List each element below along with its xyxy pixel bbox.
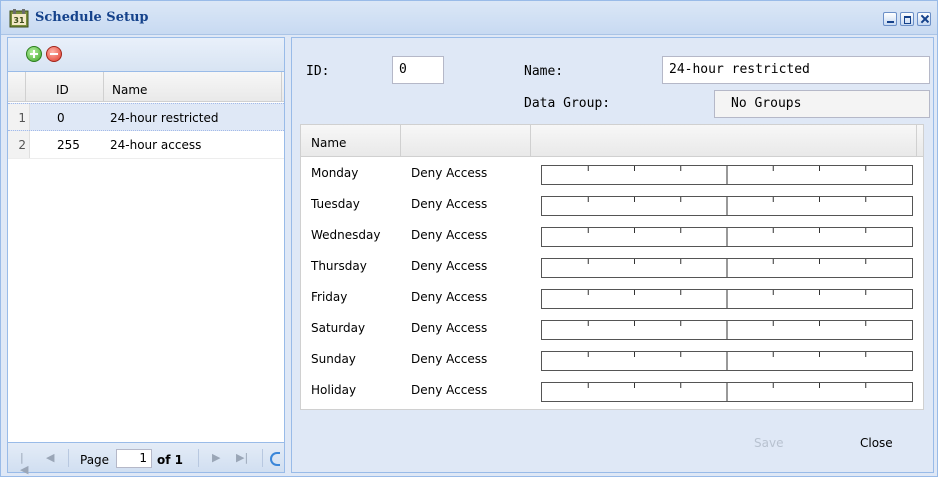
timeline-bar[interactable] (541, 382, 913, 402)
timeline-bar[interactable] (541, 289, 913, 309)
day-name: Monday (311, 166, 359, 180)
minimize-icon[interactable] (883, 12, 897, 26)
list-toolbar (8, 38, 284, 72)
page-count: of 1 (157, 453, 183, 467)
schedule-row[interactable]: Friday Deny Access (301, 282, 923, 313)
access-level[interactable]: Deny Access (411, 290, 487, 304)
schedule-row[interactable]: Holiday Deny Access (301, 375, 923, 406)
schedule-id: 255 (57, 138, 80, 152)
pager-separator (198, 449, 199, 467)
maximize-icon[interactable] (900, 12, 914, 26)
timeline-bar[interactable] (541, 196, 913, 216)
timeline-bar[interactable] (541, 320, 913, 340)
data-group-label: Data Group: (524, 96, 611, 111)
column-header-access[interactable] (401, 125, 531, 157)
timeline-bar[interactable] (541, 258, 913, 278)
schedule-grid: Name Monday Deny Access Tuesday Deny Access… (300, 124, 924, 410)
schedule-id: 0 (57, 111, 65, 125)
column-header-day[interactable]: Name (301, 125, 401, 157)
schedule-grid-header: Name (301, 125, 923, 157)
page-label: Page (80, 453, 110, 467)
close-button[interactable]: Close (860, 436, 893, 450)
remove-schedule-icon[interactable] (46, 46, 62, 62)
day-name: Friday (311, 290, 348, 304)
column-header-timeline[interactable] (531, 125, 917, 157)
schedule-row[interactable]: Thursday Deny Access (301, 251, 923, 282)
day-name: Saturday (311, 321, 366, 335)
timeline-bar[interactable] (541, 227, 913, 247)
timeline-bar[interactable] (541, 351, 913, 371)
column-header-name[interactable]: Name (104, 72, 282, 102)
add-schedule-icon[interactable] (26, 46, 42, 62)
schedule-editor-panel: ID: 0 Name: 24-hour restricted Data Grou… (291, 37, 934, 473)
schedule-name: 24-hour access (110, 138, 202, 152)
list-header: ID Name (8, 72, 284, 102)
schedule-setup-window: 31 Schedule Setup ID Name 1 0 24-hour re… (0, 0, 938, 477)
row-number-header (8, 72, 26, 102)
id-field[interactable]: 0 (392, 56, 444, 84)
svg-text:31: 31 (13, 16, 25, 25)
paging-toolbar: |◀ ◀ Page 1 of 1 ▶ ▶| (8, 442, 284, 476)
name-label: Name: (524, 64, 564, 79)
access-level[interactable]: Deny Access (411, 352, 487, 366)
data-group-select[interactable]: No Groups (714, 90, 930, 118)
column-header-id[interactable]: ID (26, 72, 104, 102)
pager-separator (68, 449, 69, 467)
access-level[interactable]: Deny Access (411, 321, 487, 335)
table-row[interactable]: 2 255 24-hour access (8, 131, 284, 159)
day-name: Thursday (311, 259, 367, 273)
page-input[interactable]: 1 (116, 449, 152, 468)
schedule-list-panel: ID Name 1 0 24-hour restricted 2 255 24-… (7, 37, 285, 476)
schedule-row[interactable]: Sunday Deny Access (301, 344, 923, 375)
close-icon[interactable] (917, 12, 931, 26)
schedule-app-icon: 31 (9, 9, 29, 28)
access-level[interactable]: Deny Access (411, 383, 487, 397)
next-page-icon[interactable]: ▶ (212, 452, 224, 464)
window-titlebar[interactable]: 31 Schedule Setup (1, 1, 937, 35)
id-label: ID: (306, 64, 330, 79)
pager-separator (262, 449, 263, 467)
schedule-row[interactable]: Wednesday Deny Access (301, 220, 923, 251)
save-button[interactable]: Save (754, 436, 783, 450)
table-row[interactable]: 1 0 24-hour restricted (8, 103, 284, 131)
last-page-icon[interactable]: ▶| (236, 452, 248, 464)
timeline-bar[interactable] (541, 165, 913, 185)
schedule-name: 24-hour restricted (110, 111, 219, 125)
day-name: Tuesday (311, 197, 360, 211)
day-name: Holiday (311, 383, 357, 397)
window-title: Schedule Setup (35, 10, 149, 25)
name-field[interactable]: 24-hour restricted (662, 56, 930, 84)
refresh-icon[interactable] (270, 452, 280, 466)
day-name: Wednesday (311, 228, 381, 242)
access-level[interactable]: Deny Access (411, 228, 487, 242)
prev-page-icon[interactable]: ◀ (46, 452, 58, 464)
row-number: 1 (18, 111, 26, 125)
access-level[interactable]: Deny Access (411, 197, 487, 211)
row-number: 2 (18, 138, 26, 152)
day-name: Sunday (311, 352, 356, 366)
schedule-row[interactable]: Monday Deny Access (301, 158, 923, 189)
first-page-icon[interactable]: |◀ (20, 452, 32, 476)
access-level[interactable]: Deny Access (411, 166, 487, 180)
access-level[interactable]: Deny Access (411, 259, 487, 273)
schedule-row[interactable]: Saturday Deny Access (301, 313, 923, 344)
schedule-row[interactable]: Tuesday Deny Access (301, 189, 923, 220)
